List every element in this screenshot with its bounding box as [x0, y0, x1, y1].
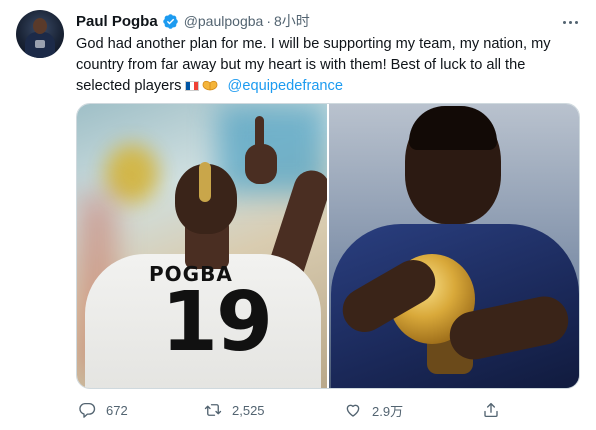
action-bar: 672 2,525 2.9万: [76, 398, 516, 422]
tweet-card[interactable]: Paul Pogba @paulpogba · 8小时 God had anot…: [0, 0, 596, 430]
retweet-icon: [204, 404, 222, 416]
photo-pogba-pointing-up[interactable]: POGBA 19: [77, 104, 327, 388]
pointing-finger: [255, 116, 264, 152]
more-dot: [568, 20, 572, 24]
retweet-button[interactable]: 2,525: [204, 398, 265, 422]
tweet-text-line: country from far away but my heart is wi…: [76, 57, 526, 73]
france-flag-icon: [185, 81, 200, 91]
share-button[interactable]: [482, 398, 510, 422]
avatar-crest: [35, 40, 45, 48]
tweet-text: God had another plan for me. I will be s…: [76, 34, 580, 97]
reply-icon: [79, 402, 96, 418]
avatar[interactable]: [16, 10, 64, 58]
more-dot: [574, 20, 578, 24]
display-name[interactable]: Paul Pogba: [76, 13, 158, 30]
tweet-text-end: selected players: [76, 78, 182, 94]
retweet-count: 2,525: [232, 402, 265, 418]
mention-link[interactable]: @equipedefrance: [228, 78, 343, 94]
more-icon[interactable]: [560, 12, 580, 32]
timestamp[interactable]: 8小时: [274, 11, 310, 31]
tweet-text-line: selected players @equipedefrance: [76, 76, 580, 97]
avatar-head: [33, 18, 47, 34]
hair-stripe: [199, 162, 211, 202]
player-hair: [409, 106, 497, 150]
reply-button[interactable]: 672: [78, 398, 128, 422]
tweet-header: Paul Pogba @paulpogba · 8小时: [76, 11, 310, 31]
heart-hands-icon: [203, 80, 218, 91]
like-count: 2.9万: [372, 403, 404, 419]
more-dot: [562, 20, 566, 24]
separator-dot: ·: [266, 13, 271, 29]
tweet-text-line: God had another plan for me. I will be s…: [76, 36, 551, 52]
media-grid: POGBA 19: [76, 103, 580, 389]
user-handle[interactable]: @paulpogba: [184, 13, 264, 29]
jersey-number: 19: [161, 275, 273, 370]
like-button[interactable]: 2.9万: [344, 398, 403, 422]
share-icon: [484, 402, 498, 418]
reply-count: 672: [106, 402, 128, 418]
like-icon: [346, 404, 360, 417]
verified-badge-icon: [162, 13, 178, 29]
photo-pogba-kissing-trophy[interactable]: [329, 104, 579, 388]
